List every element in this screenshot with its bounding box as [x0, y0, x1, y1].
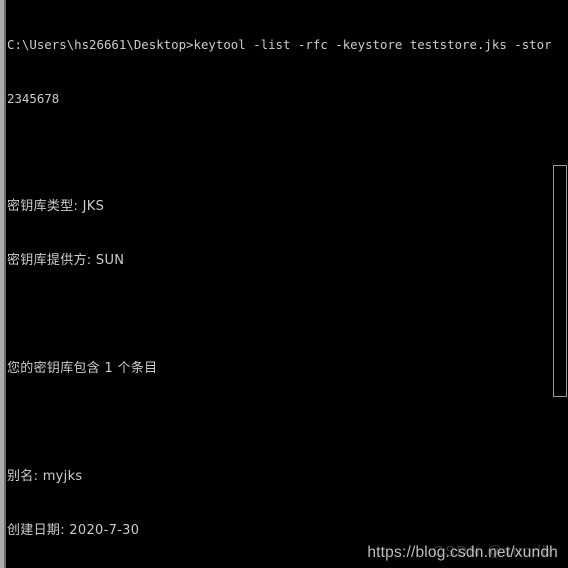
entry-creation-date-line: 创建日期: 2020-7-30	[7, 523, 140, 538]
window-left-edge-shadow	[4, 0, 6, 568]
scrollbar-thumb[interactable]	[553, 165, 567, 397]
prompt-command-line-2: 2345678	[7, 91, 60, 106]
watermark-url: https://blog.csdn.net/xundh	[367, 544, 558, 561]
prompt-command-line-1: C:\Users\hs26661\Desktop>keytool -list -…	[7, 37, 555, 52]
scrollbar-vertical[interactable]	[552, 0, 568, 568]
keystore-entry-count-line: 您的密钥库包含 1 个条目	[7, 361, 158, 376]
keystore-type-line: 密钥库类型: JKS	[7, 199, 105, 214]
entry-alias-line: 别名: myjks	[7, 469, 83, 484]
terminal-output[interactable]: C:\Users\hs26661\Desktop>keytool -list -…	[7, 0, 555, 568]
keystore-provider-line: 密钥库提供方: SUN	[7, 253, 125, 268]
console-window: C:\Users\hs26661\Desktop>keytool -list -…	[0, 0, 568, 568]
